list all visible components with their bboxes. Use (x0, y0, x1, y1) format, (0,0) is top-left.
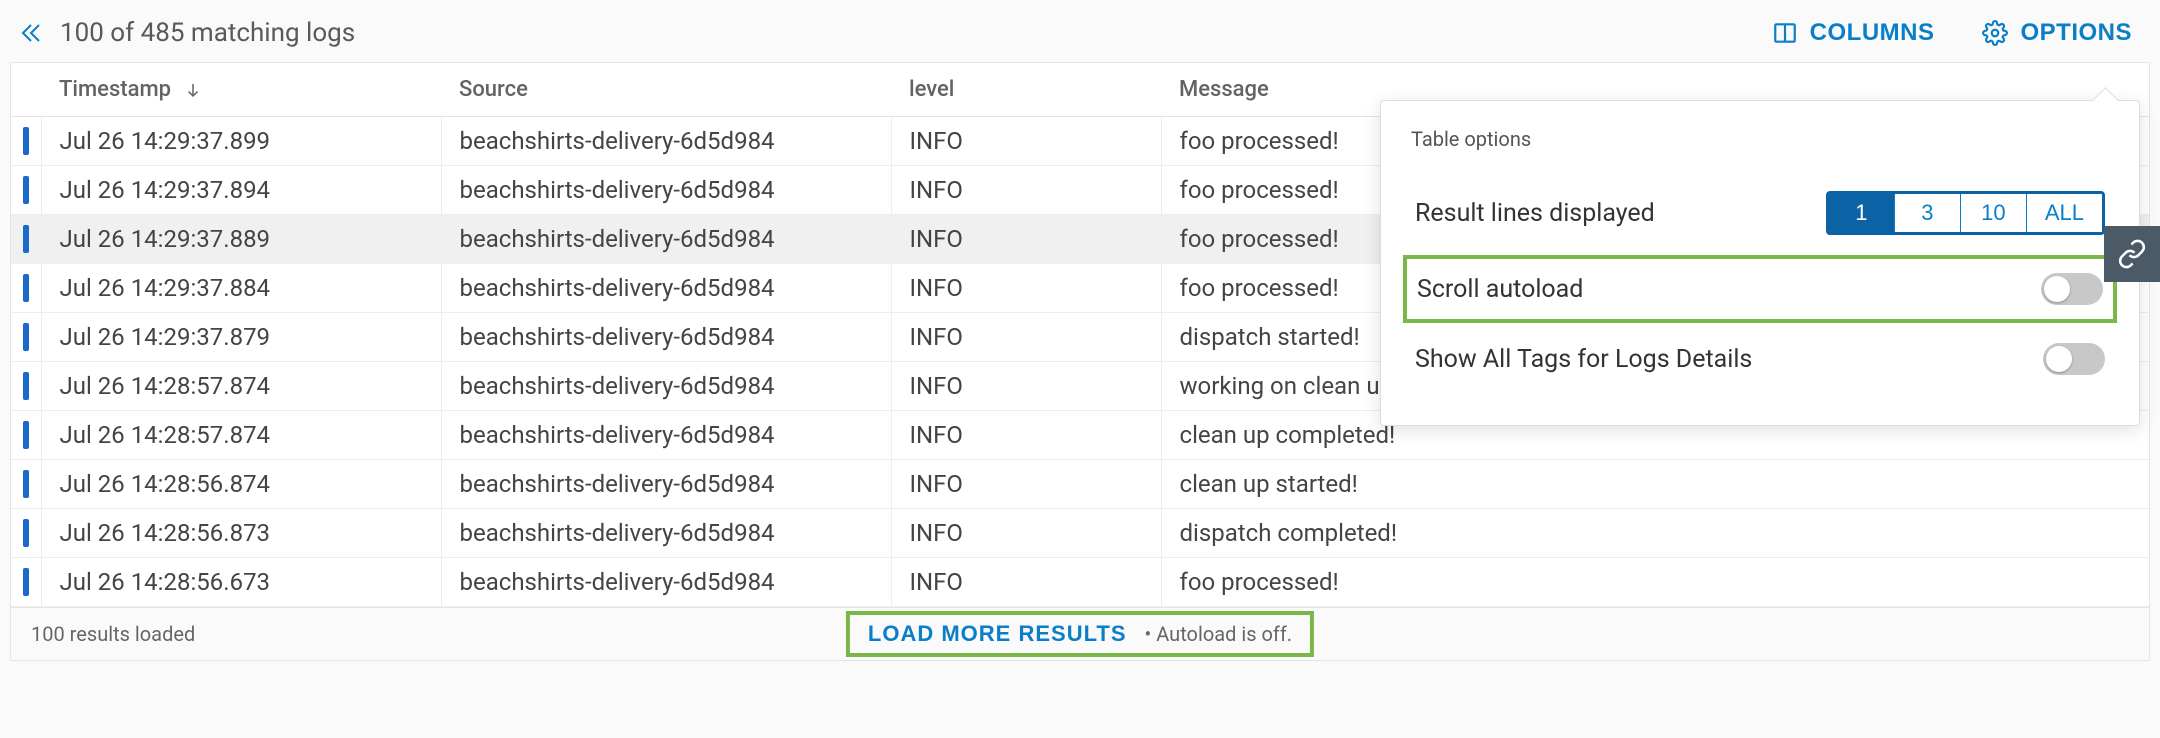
share-link-tab[interactable] (2104, 226, 2160, 282)
cell-level: INFO (891, 411, 1161, 460)
row-marker (11, 264, 41, 313)
table-row[interactable]: Jul 26 14:28:56.874beachshirts-delivery-… (11, 460, 2149, 509)
show-tags-toggle[interactable] (2043, 343, 2105, 375)
link-icon (2117, 239, 2147, 269)
col-timestamp-label: Timestamp (59, 77, 171, 102)
gear-icon (1982, 20, 2008, 46)
lines-segmented-control: 1 3 10 ALL (1826, 191, 2105, 235)
scroll-autoload-row: Scroll autoload (1403, 255, 2117, 323)
cell-message: dispatch completed! (1161, 509, 2149, 558)
cell-level: INFO (891, 362, 1161, 411)
cell-source: beachshirts-delivery-6d5d984 (441, 460, 891, 509)
columns-button-label: COLUMNS (1810, 19, 1935, 47)
cell-source: beachshirts-delivery-6d5d984 (441, 313, 891, 362)
cell-level: INFO (891, 460, 1161, 509)
row-marker (11, 215, 41, 264)
col-source[interactable]: Source (441, 63, 891, 117)
cell-level: INFO (891, 215, 1161, 264)
sort-desc-icon (184, 81, 202, 99)
load-more-region: LOAD MORE RESULTS Autoload is off. (846, 611, 1314, 657)
lines-displayed-label: Result lines displayed (1415, 199, 1655, 228)
results-loaded-label: 100 results loaded (31, 622, 195, 646)
cell-timestamp: Jul 26 14:29:37.899 (41, 117, 441, 166)
segment-all[interactable]: ALL (2027, 194, 2102, 232)
options-button[interactable]: OPTIONS (1982, 19, 2132, 47)
cell-message: foo processed! (1161, 558, 2149, 607)
collapse-back-icon[interactable] (18, 21, 42, 45)
header-left: 100 of 485 matching logs (18, 18, 355, 48)
cell-message: clean up started! (1161, 460, 2149, 509)
cell-level: INFO (891, 264, 1161, 313)
cell-source: beachshirts-delivery-6d5d984 (441, 558, 891, 607)
options-button-label: OPTIONS (2020, 19, 2132, 47)
segment-10[interactable]: 10 (1961, 194, 2027, 232)
row-marker (11, 509, 41, 558)
cell-source: beachshirts-delivery-6d5d984 (441, 166, 891, 215)
table-options-popover: Table options Result lines displayed 1 3… (1380, 100, 2140, 426)
header-actions: COLUMNS OPTIONS (1772, 19, 2132, 47)
scroll-autoload-toggle[interactable] (2041, 273, 2103, 305)
cell-timestamp: Jul 26 14:28:56.873 (41, 509, 441, 558)
cell-level: INFO (891, 509, 1161, 558)
table-row[interactable]: Jul 26 14:28:56.673beachshirts-delivery-… (11, 558, 2149, 607)
cell-source: beachshirts-delivery-6d5d984 (441, 215, 891, 264)
show-tags-row: Show All Tags for Logs Details (1411, 329, 2109, 389)
cell-source: beachshirts-delivery-6d5d984 (441, 509, 891, 558)
cell-source: beachshirts-delivery-6d5d984 (441, 117, 891, 166)
row-marker (11, 362, 41, 411)
cell-timestamp: Jul 26 14:28:57.874 (41, 411, 441, 460)
show-tags-label: Show All Tags for Logs Details (1415, 345, 1752, 374)
cell-level: INFO (891, 558, 1161, 607)
col-message-label: Message (1179, 77, 1269, 102)
results-header: 100 of 485 matching logs COLUMNS OPTIONS (10, 10, 2150, 62)
cell-level: INFO (891, 166, 1161, 215)
cell-timestamp: Jul 26 14:28:57.874 (41, 362, 441, 411)
col-marker (11, 63, 41, 117)
table-footer: 100 results loaded LOAD MORE RESULTS Aut… (11, 607, 2149, 660)
col-level[interactable]: level (891, 63, 1161, 117)
columns-icon (1772, 20, 1798, 46)
cell-level: INFO (891, 117, 1161, 166)
cell-timestamp: Jul 26 14:29:37.879 (41, 313, 441, 362)
cell-timestamp: Jul 26 14:28:56.874 (41, 460, 441, 509)
col-timestamp[interactable]: Timestamp (41, 63, 441, 117)
cell-timestamp: Jul 26 14:29:37.889 (41, 215, 441, 264)
row-marker (11, 411, 41, 460)
table-row[interactable]: Jul 26 14:28:56.873beachshirts-delivery-… (11, 509, 2149, 558)
columns-button[interactable]: COLUMNS (1772, 19, 1935, 47)
cell-source: beachshirts-delivery-6d5d984 (441, 411, 891, 460)
segment-1[interactable]: 1 (1829, 194, 1895, 232)
cell-timestamp: Jul 26 14:29:37.884 (41, 264, 441, 313)
cell-source: beachshirts-delivery-6d5d984 (441, 264, 891, 313)
col-source-label: Source (459, 77, 528, 102)
row-marker (11, 313, 41, 362)
cell-timestamp: Jul 26 14:28:56.673 (41, 558, 441, 607)
autoload-hint: Autoload is off. (1145, 622, 1293, 646)
segment-3[interactable]: 3 (1895, 194, 1961, 232)
load-more-button[interactable]: LOAD MORE RESULTS (868, 621, 1127, 647)
row-marker (11, 166, 41, 215)
popover-title: Table options (1411, 127, 2109, 151)
lines-displayed-row: Result lines displayed 1 3 10 ALL (1411, 177, 2109, 249)
row-marker (11, 460, 41, 509)
scroll-autoload-label: Scroll autoload (1417, 275, 1583, 304)
row-marker (11, 117, 41, 166)
matching-summary: 100 of 485 matching logs (60, 18, 355, 48)
cell-level: INFO (891, 313, 1161, 362)
col-level-label: level (909, 77, 954, 102)
cell-source: beachshirts-delivery-6d5d984 (441, 362, 891, 411)
row-marker (11, 558, 41, 607)
cell-timestamp: Jul 26 14:29:37.894 (41, 166, 441, 215)
